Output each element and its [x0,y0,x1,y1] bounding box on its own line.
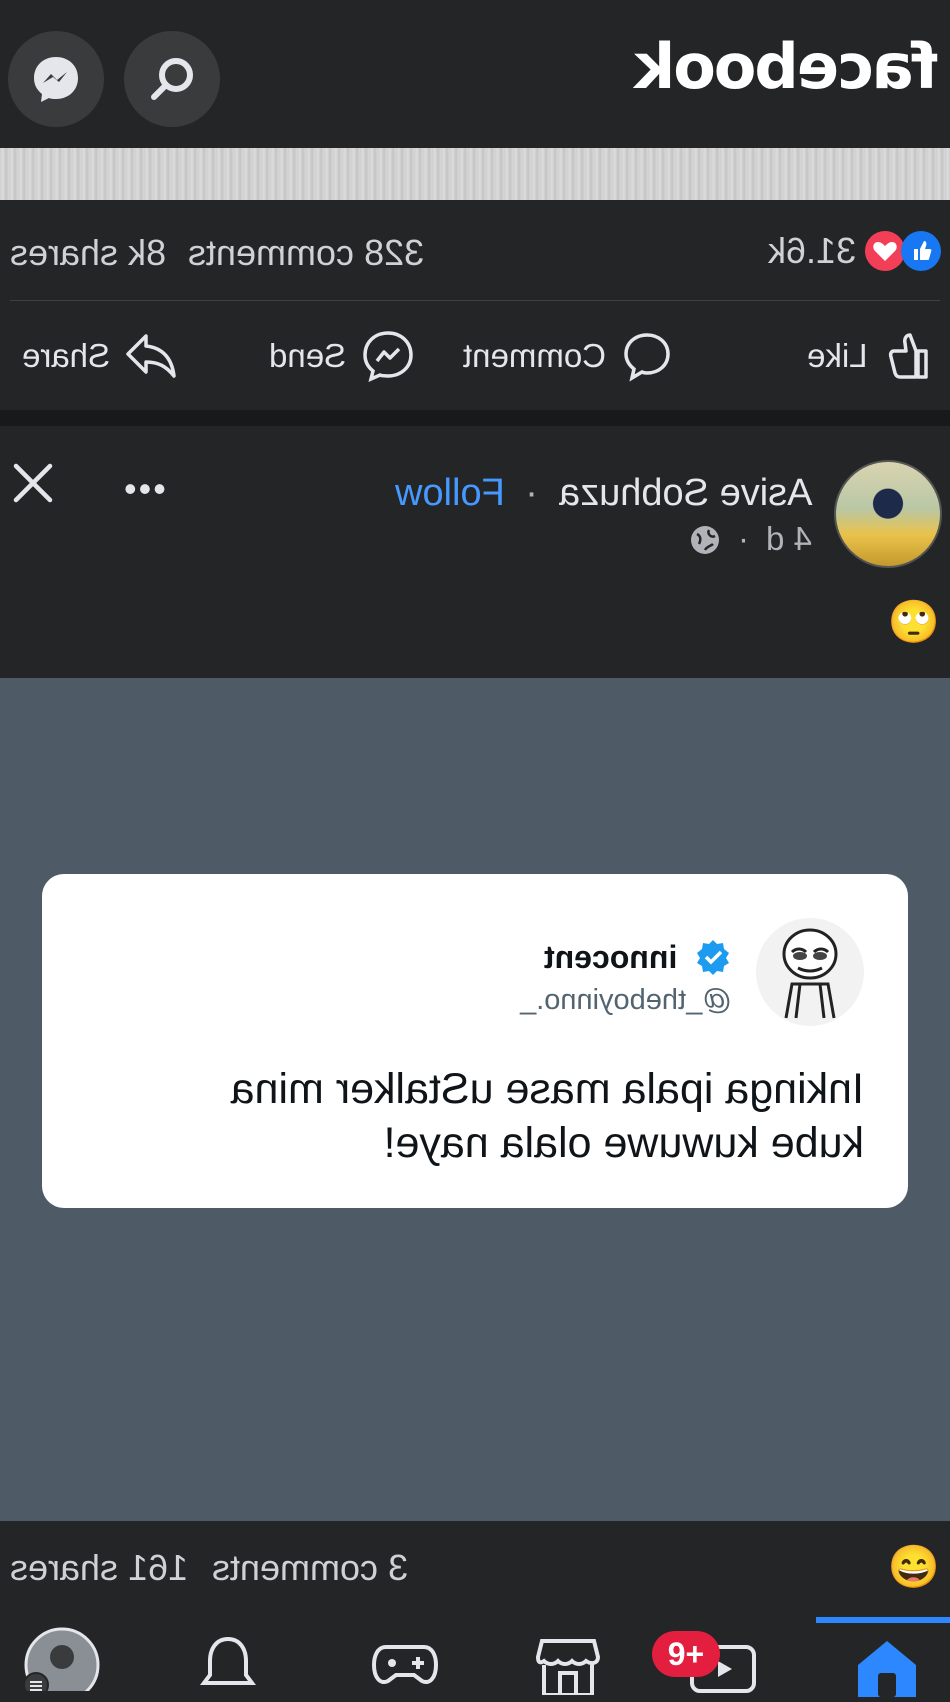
tweet-screenshot: innocent @_theboyinno._ Inkinga ipala ma… [42,874,908,1208]
active-tab-indicator [816,1617,950,1623]
marketplace-icon [535,1639,601,1697]
like-label: Like [807,337,868,374]
nav-marketplace[interactable] [535,1635,601,1700]
nav-profile-menu[interactable] [23,1627,100,1702]
comment-icon [624,333,670,382]
comments-count: 328 comments [188,232,425,273]
notifications-icon [200,1636,256,1685]
name-separator: · [525,472,538,514]
like-reaction-icon [901,231,941,271]
comment-button[interactable]: Comment [463,328,674,384]
more-options-icon: ••• [124,468,168,509]
tweet-body: Inkinga ipala mase uStalker mina kube ku… [164,1062,864,1170]
send-button[interactable]: Send [269,328,416,384]
follow-link[interactable]: Follow [395,472,505,515]
post-stats: 😄 161 shares 3 comments [0,1521,950,1617]
nav-notifications[interactable] [198,1635,258,1700]
post-comments-shares[interactable]: 161 shares 3 comments [10,1547,408,1589]
globe-icon [690,526,719,554]
post-caption: 🙄 [887,598,940,645]
post-shares: 161 shares [10,1547,189,1588]
tweet-avatar [756,918,864,1026]
verified-badge-icon [697,940,729,975]
post-meta: · 4 d [689,520,812,558]
send-label: Send [268,337,346,374]
share-button[interactable]: Share [22,328,180,384]
reaction-count: 31.6k [767,230,856,271]
hide-post-button[interactable] [8,458,58,513]
close-icon [13,463,53,503]
more-options-button[interactable]: ••• [124,468,168,510]
reaction-summary[interactable]: 31.6k [768,230,942,272]
author-avatar[interactable] [834,460,942,568]
post-comments: 3 comments [212,1547,409,1588]
top-bar: facebook [0,0,950,148]
profile-avatar-icon [23,1627,100,1702]
share-icon [126,334,176,378]
feed-separator [0,410,950,426]
nav-gaming[interactable] [371,1641,439,1694]
nav-home[interactable] [854,1637,920,1702]
previous-post-stats: 31.6k 8k shares 328 comments [0,218,950,288]
tweet-author: innocent [544,938,732,976]
facebook-logo[interactable]: facebook [636,30,938,103]
author-name[interactable]: Asive Sobhuza [559,472,813,515]
bottom-navigation: 9+ [0,1617,950,1702]
thumbs-up-icon [888,333,928,379]
gaming-icon [371,1645,439,1684]
notification-badge: 9+ [652,1631,720,1677]
tweet-body-text: Inkinga ipala mase uStalker mina kube ku… [230,1065,864,1167]
shares-count: 8k shares [10,232,167,273]
author-line: Follow · Asive Sobhuza [395,472,812,515]
post-time[interactable]: 4 d [766,520,812,558]
messenger-button[interactable] [8,31,104,127]
home-icon [858,1641,916,1697]
post-image[interactable]: innocent @_theboyinno._ Inkinga ipala ma… [0,678,950,1521]
post-header: Follow · Asive Sobhuza · 4 d ••• 🙄 [0,428,950,678]
like-button[interactable]: Like [807,328,936,384]
reaction-emoji[interactable]: 😄 [888,1543,940,1592]
tweet-name: innocent [543,939,678,975]
logo-text: facebook [635,30,938,103]
comments-shares[interactable]: 8k shares 328 comments [10,232,424,274]
previous-post-image-edge [0,148,950,200]
meta-separator: · [737,520,749,557]
messenger-icon [34,57,78,102]
search-icon [151,58,193,100]
post-action-bar: Like Comment Send Share [0,300,950,410]
comment-label: Comment [462,337,606,374]
meme-face-illustration [782,928,838,1019]
tweet-handle: @_theboyinno._ [520,984,732,1017]
search-button[interactable] [124,31,220,127]
tweet-handle-text: @_theboyinno._ [520,984,732,1016]
share-label: Share [21,337,110,374]
send-icon [363,331,413,383]
